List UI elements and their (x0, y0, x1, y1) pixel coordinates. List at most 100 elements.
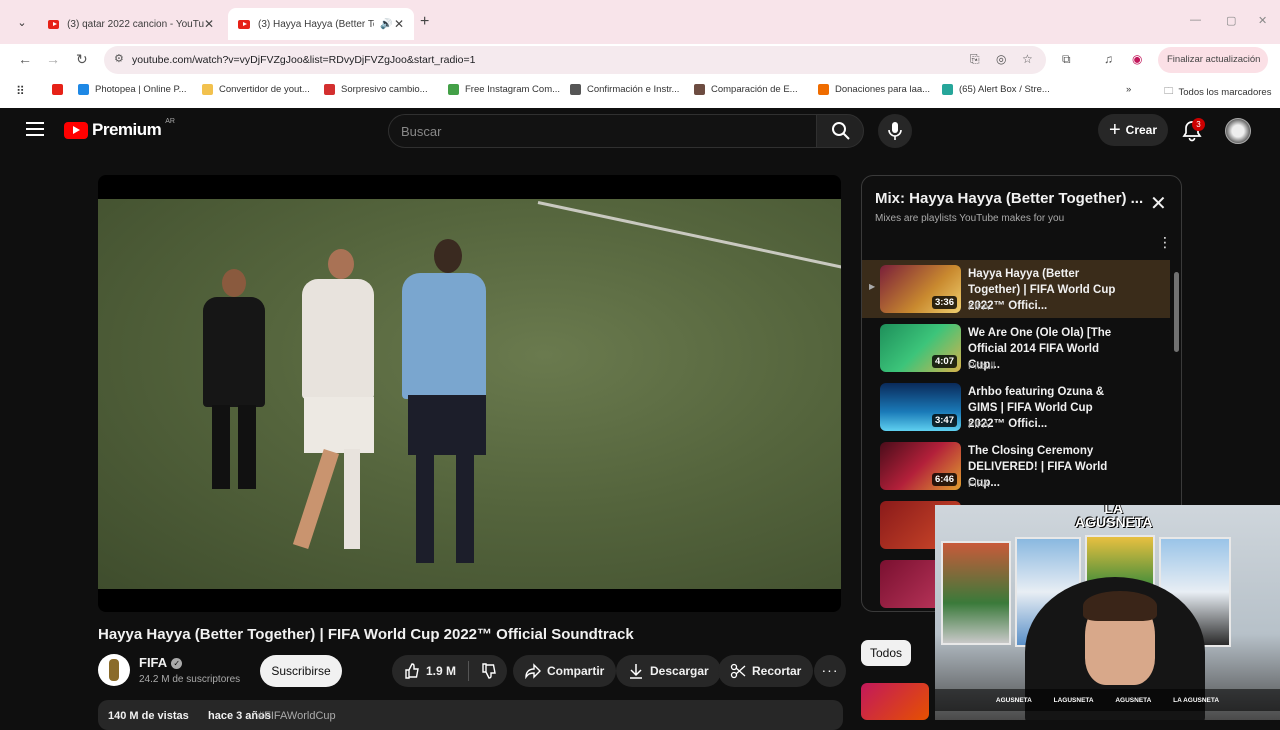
description-box[interactable]: 140 M de vistas hace 3 años #FIFAWorldCu… (98, 700, 843, 730)
plus-icon: + (1108, 119, 1121, 141)
create-label: Crear (1125, 123, 1158, 137)
youtube-premium-logo[interactable]: Premium AR (64, 118, 175, 140)
tab-hayya-hayya[interactable]: (3) Hayya Hayya (Better Together) 🔊 ✕ (228, 8, 414, 40)
maximize-icon[interactable]: ▢ (1226, 14, 1236, 27)
search-placeholder: Buscar (401, 124, 442, 139)
video-thumbnail: 3:47 (880, 383, 961, 431)
bookmark-item[interactable]: Donaciones para laa... (818, 84, 930, 95)
close-tab-icon[interactable]: ✕ (204, 17, 214, 31)
share-button[interactable]: Compartir (513, 655, 617, 687)
item-title: Arhbo featuring Ozuna & GIMS | FIFA Worl… (968, 386, 1105, 430)
playlist-item[interactable]: ▶ 3:36 Hayya Hayya (Better Together) | F… (862, 260, 1170, 318)
region-code: AR (165, 118, 175, 125)
share-icon (525, 663, 541, 679)
forward-icon[interactable]: → (46, 51, 60, 67)
item-artist: FIFA (968, 479, 990, 490)
bookmark-item[interactable]: (65) Alert Box / Stre... (942, 84, 1050, 95)
item-artist: FIFA (968, 420, 990, 431)
apps-grid-icon[interactable]: ⠿ (16, 84, 25, 98)
item-title: Hayya Hayya (Better Together) | FIFA Wor… (968, 268, 1116, 312)
speaker-icon[interactable]: 🔊 (380, 19, 392, 30)
close-icon[interactable]: ✕ (1150, 194, 1167, 214)
menu-icon[interactable] (26, 122, 44, 140)
social-handles-bar: AGUSNETA LAGUSNETA AGUSNETA LA AGUSNETA (935, 689, 1280, 711)
profile-icon[interactable]: ◉ (1132, 52, 1142, 66)
search-button[interactable] (816, 114, 864, 148)
new-tab-button[interactable]: + (420, 13, 429, 31)
account-avatar[interactable] (1225, 118, 1251, 144)
youtube-masthead: Premium AR Buscar + Crear 3 (0, 108, 1280, 154)
duration-badge: 4:07 (931, 355, 957, 368)
bookmark-favicon-icon (78, 84, 89, 95)
search-input[interactable]: Buscar (388, 114, 816, 148)
bookmark-item[interactable]: Confirmación e Instr... (570, 84, 679, 95)
install-app-icon[interactable]: ⎘ (970, 52, 980, 67)
duration-badge: 3:47 (931, 414, 957, 427)
browser-chrome: ⌄ (3) qatar 2022 cancion - YouTube ✕ (3)… (0, 0, 1280, 108)
tab-search-icon[interactable]: ⌄ (10, 12, 34, 34)
duration-badge: 6:46 (931, 473, 957, 486)
now-playing-icon: ▶ (869, 282, 876, 291)
reload-icon[interactable]: ↻ (76, 51, 88, 68)
logo-text: Premium (92, 120, 162, 139)
bookmark-item[interactable]: Comparación de E... (694, 84, 798, 95)
bookmark-item[interactable]: Sorpresivo cambio... (324, 84, 428, 95)
playlist-item[interactable]: 6:46 The Closing Ceremony DELIVERED! | F… (862, 437, 1170, 495)
microphone-icon (888, 122, 902, 140)
youtube-play-icon (64, 121, 88, 139)
more-bookmarks-icon[interactable]: » (1126, 84, 1131, 95)
recommended-thumbnail[interactable] (861, 683, 929, 720)
dislike-button[interactable] (481, 663, 497, 679)
clip-button[interactable]: Recortar (718, 655, 814, 687)
bookmark-favicon-icon (694, 84, 705, 95)
toolbar: ← → ↻ ⚙ youtube.com/watch?v=vyDjFVZgJoo&… (0, 44, 1280, 76)
address-bar[interactable]: ⚙ youtube.com/watch?v=vyDjFVZgJoo&list=R… (104, 46, 1046, 74)
hashtag-link[interactable]: #FIFAWorldCup (258, 710, 336, 722)
bookmark-favicon-icon (448, 84, 459, 95)
playlist-title[interactable]: Mix: Hayya Hayya (Better Together) ... (875, 190, 1145, 207)
like-button[interactable]: 1.9 M (404, 663, 456, 679)
channel-name[interactable]: FIFA ✓ (139, 655, 183, 670)
view-count: 140 M de vistas (108, 710, 189, 722)
site-info-icon[interactable]: ⚙ (114, 52, 124, 65)
tab-qatar-cancion[interactable]: (3) qatar 2022 cancion - YouTube ✕ (38, 8, 224, 40)
more-actions-button[interactable]: ··· (814, 655, 846, 687)
item-artist: FIFA (968, 302, 990, 313)
close-tab-icon[interactable]: ✕ (394, 17, 404, 31)
bookmark-favicon-icon (202, 84, 213, 95)
bookmark-star-icon[interactable]: ☆ (1022, 52, 1033, 66)
update-button[interactable]: Finalizar actualización (1158, 47, 1268, 73)
bookmark-favicon-icon (570, 84, 581, 95)
close-window-icon[interactable]: ✕ (1258, 14, 1267, 27)
youtube-favicon-icon (48, 19, 60, 29)
youtube-bookmark-icon[interactable] (52, 84, 69, 95)
bookmark-item[interactable]: Convertidor de yout... (202, 84, 310, 95)
playlist-scrollbar[interactable] (1174, 272, 1179, 352)
bookmark-favicon-icon (818, 84, 829, 95)
back-icon[interactable]: ← (18, 51, 32, 67)
notifications-button[interactable]: 3 (1182, 118, 1205, 147)
x-handle: LAGUSNETA (1053, 696, 1094, 704)
all-bookmarks[interactable]: 🗀 Todos los marcadores (1164, 84, 1271, 100)
eye-off-icon[interactable]: ◎ (996, 52, 1006, 66)
download-button[interactable]: Descargar (616, 655, 721, 687)
video-player[interactable] (98, 175, 841, 612)
media-icon[interactable]: ♫ (1104, 52, 1113, 66)
voice-search-button[interactable] (878, 114, 912, 148)
like-count: 1.9 M (426, 664, 457, 678)
duration-badge: 3:36 (931, 296, 957, 309)
playlist-item[interactable]: 3:47 Arhbo featuring Ozuna & GIMS | FIFA… (862, 378, 1170, 436)
bookmark-item[interactable]: Free Instagram Com... (448, 84, 560, 95)
playlist-item[interactable]: 4:07 We Are One (Ole Ola) [The Official … (862, 319, 1170, 377)
minimize-icon[interactable]: — (1190, 14, 1201, 26)
channel-avatar[interactable] (98, 654, 130, 686)
url-text: youtube.com/watch?v=vyDjFVZgJoo&list=RDv… (132, 54, 476, 66)
create-button[interactable]: + Crear (1098, 114, 1168, 146)
chip-all[interactable]: Todos (861, 640, 911, 666)
bookmark-item[interactable]: Photopea | Online P... (78, 84, 187, 95)
more-vert-icon[interactable]: ⋮ (1158, 234, 1172, 251)
subscribe-button[interactable]: Suscribirse (260, 655, 342, 687)
extensions-icon[interactable]: ⧉ (1062, 52, 1071, 67)
youtube-favicon-icon (238, 19, 250, 29)
verified-icon: ✓ (171, 658, 183, 669)
